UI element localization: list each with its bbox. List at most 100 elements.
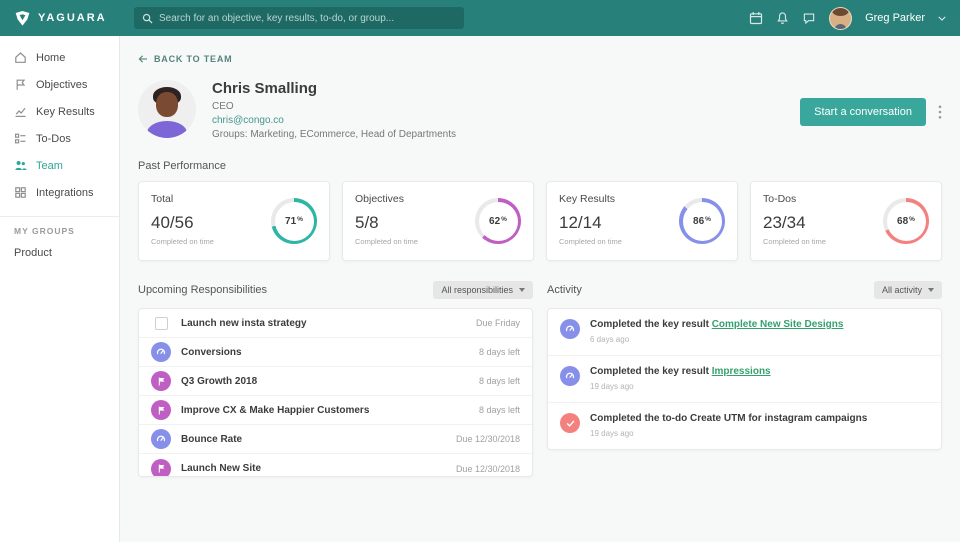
main-content: BACK TO TEAM Chris Smalling CEO chris@co… xyxy=(120,36,960,542)
back-link-label: BACK TO TEAM xyxy=(154,54,233,64)
profile-groups: Groups: Marketing, ECommerce, Head of De… xyxy=(212,129,456,140)
back-to-team-link[interactable]: BACK TO TEAM xyxy=(138,54,232,64)
sidebar-item-label: Home xyxy=(36,51,66,64)
progress-ring: 68% xyxy=(883,198,929,244)
caret-down-icon xyxy=(928,288,934,292)
my-groups-header: MY GROUPS xyxy=(0,216,119,240)
flag-icon xyxy=(14,78,27,91)
sidebar-item-todos[interactable]: To-Dos xyxy=(0,125,119,152)
brand-logo[interactable]: YAGUARA xyxy=(14,10,120,27)
profile-actions: Start a conversation xyxy=(800,98,942,126)
progress-percent: 71 xyxy=(285,215,297,227)
activity-text: Completed the key result xyxy=(590,366,709,377)
responsibility-label: Launch New Site xyxy=(181,463,262,474)
start-conversation-button[interactable]: Start a conversation xyxy=(800,98,926,126)
sidebar-item-label: Key Results xyxy=(36,105,95,118)
responsibility-row[interactable]: Launch new insta strategy Due Friday xyxy=(139,309,532,338)
sidebar-group-product[interactable]: Product xyxy=(0,240,119,266)
responsibilities-section: Upcoming Responsibilities All responsibi… xyxy=(138,281,533,477)
chat-icon[interactable] xyxy=(802,12,816,25)
responsibilities-title: Upcoming Responsibilities xyxy=(138,284,268,296)
activity-time: 6 days ago xyxy=(590,335,630,344)
search-input[interactable] xyxy=(159,12,456,24)
profile-avatar xyxy=(138,80,196,138)
activity-row[interactable]: Completed the key result Complete New Si… xyxy=(548,309,941,356)
sidebar-item-label: To-Dos xyxy=(36,132,71,145)
responsibility-label: Q3 Growth 2018 xyxy=(181,375,258,387)
activity-link[interactable]: Impressions xyxy=(712,366,771,377)
stat-card-todos: To-Dos 23/34 Completed on time 68% xyxy=(750,181,942,261)
responsibilities-list: Launch new insta strategy Due Friday Con… xyxy=(138,308,533,477)
profile-role: CEO xyxy=(212,101,234,112)
todo-checkbox[interactable] xyxy=(154,316,168,330)
responsibility-due: 8 days left xyxy=(478,405,520,415)
todo-checkbox-wrap xyxy=(151,313,171,333)
sidebar-item-objectives[interactable]: Objectives xyxy=(0,71,119,98)
progress-percent: 62 xyxy=(489,215,501,227)
sidebar-item-team[interactable]: Team xyxy=(0,152,119,179)
user-name: Greg Parker xyxy=(865,12,925,24)
topbar: YAGUARA Greg Parker xyxy=(0,0,960,36)
filter-label: All activity xyxy=(881,285,922,295)
activity-row[interactable]: Completed the key result Impressions 19 … xyxy=(548,356,941,403)
stat-caption: Completed on time xyxy=(355,237,418,246)
chevron-down-icon[interactable] xyxy=(938,16,946,21)
activity-filter-dropdown[interactable]: All activity xyxy=(873,281,942,299)
responsibilities-filter-dropdown[interactable]: All responsibilities xyxy=(433,281,533,299)
brand-name: YAGUARA xyxy=(38,12,107,24)
stat-card-objectives: Objectives 5/8 Completed on time 62% xyxy=(342,181,534,261)
percent-sign: % xyxy=(705,215,711,223)
responsibility-row[interactable]: Improve CX & Make Happier Customers 8 da… xyxy=(139,396,532,425)
profile-name: Chris Smalling xyxy=(212,80,318,97)
sidebar-item-key-results[interactable]: Key Results xyxy=(0,98,119,125)
percent-sign: % xyxy=(297,215,303,223)
responsibility-due: Due 12/30/2018 xyxy=(455,463,520,474)
responsibility-row[interactable]: Launch New Site Due 12/30/2018 xyxy=(139,454,532,476)
past-performance-title: Past Performance xyxy=(138,160,227,172)
kebab-menu-icon[interactable] xyxy=(938,105,942,119)
key-result-icon xyxy=(560,366,580,386)
responsibility-due: Due Friday xyxy=(475,318,520,328)
responsibility-label: Improve CX & Make Happier Customers xyxy=(181,404,370,416)
sidebar-item-label: Team xyxy=(36,159,63,172)
activity-time: 19 days ago xyxy=(590,429,634,438)
key-result-icon xyxy=(151,342,171,362)
responsibility-row[interactable]: Bounce Rate Due 12/30/2018 xyxy=(139,425,532,454)
sidebar-item-label: Integrations xyxy=(36,186,94,199)
profile-email[interactable]: chris@congo.co xyxy=(212,115,456,126)
stat-label: Total xyxy=(151,193,174,205)
team-people-icon xyxy=(14,159,27,172)
responsibility-row[interactable]: Q3 Growth 2018 8 days left xyxy=(139,367,532,396)
responsibility-row[interactable]: Conversions 8 days left xyxy=(139,338,532,367)
activity-link[interactable]: Complete New Site Designs xyxy=(712,319,844,330)
notifications-bell-icon[interactable] xyxy=(776,11,789,25)
user-avatar[interactable] xyxy=(829,6,853,30)
calendar-icon[interactable] xyxy=(749,11,763,25)
activity-time: 19 days ago xyxy=(590,382,634,391)
stat-value: 40/56 xyxy=(151,213,194,232)
back-arrow-icon xyxy=(138,55,148,63)
responsibility-due: Due 12/30/2018 xyxy=(455,434,520,444)
sidebar: Home Objectives Key Results To-Dos Team … xyxy=(0,36,120,542)
stat-label: To-Dos xyxy=(763,193,797,205)
objective-flag-icon xyxy=(151,371,171,391)
sidebar-item-integrations[interactable]: Integrations xyxy=(0,179,119,206)
sidebar-item-home[interactable]: Home xyxy=(0,44,119,71)
responsibility-label: Bounce Rate xyxy=(181,433,243,445)
sidebar-item-label: Objectives xyxy=(36,78,88,91)
activity-row[interactable]: Completed the to-do Create UTM for insta… xyxy=(548,403,941,449)
responsibility-label: Conversions xyxy=(181,346,242,358)
todo-check-icon xyxy=(560,413,580,433)
stat-caption: Completed on time xyxy=(151,237,214,246)
search-icon xyxy=(142,13,153,24)
progress-ring: 71% xyxy=(271,198,317,244)
activity-section: Activity All activity Completed the key … xyxy=(547,281,942,477)
stat-value: 5/8 xyxy=(355,213,379,232)
percent-sign: % xyxy=(501,215,507,223)
stat-value: 23/34 xyxy=(763,213,806,232)
progress-ring: 86% xyxy=(679,198,725,244)
stat-value: 12/14 xyxy=(559,213,602,232)
home-icon xyxy=(14,51,27,64)
responsibility-due: 8 days left xyxy=(478,347,520,357)
chart-line-icon xyxy=(14,105,27,118)
